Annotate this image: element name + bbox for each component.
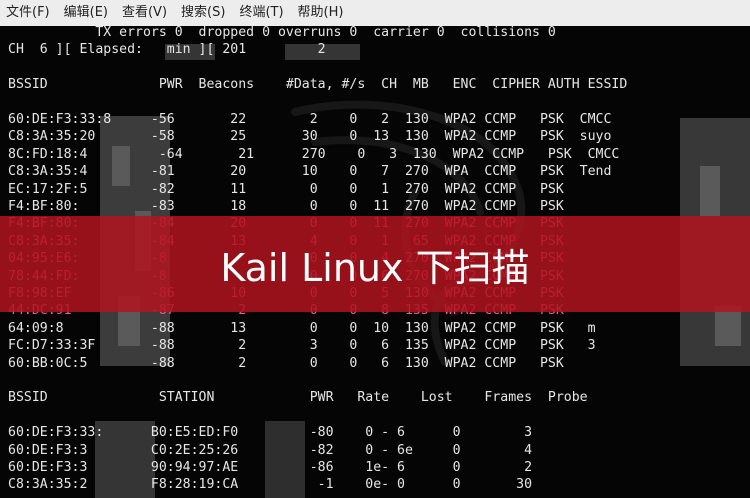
terminal-line: F4:BF:80: -83 18 0 0 11 270 WPA2 CCMP PS… [8,199,564,214]
terminal-line: EC:17:2F:5 -82 11 0 0 1 270 WPA2 CCMP PS… [8,181,564,197]
terminal-line: C8:3A:35:2 F8:28:19:CA -1 0e- 0 0 30 [8,477,533,493]
terminal-line: 64:09:8 -88 13 0 0 10 130 WPA2 CCMP PSK … [8,320,596,336]
menu-item[interactable]: 查看(V) [115,0,174,26]
banner-title: Kail Linux 下扫描 [220,245,530,290]
terminal-line: 60:DE:F3:3 90:94:97:AE -86 1e- 6 0 2 [8,460,533,475]
menu-item[interactable]: 编辑(E) [57,0,115,26]
terminal-line: 60:DE:F3:3 C0:2E:25:26 -82 0 - 6e 0 4 [8,442,533,458]
title-banner: Kail Linux 下扫描 [0,216,750,312]
terminal-line: C8:3A:35:4 -81 20 10 0 7 270 WPA CCMP PS… [8,164,612,180]
terminal-output[interactable]: TX errors 0 dropped 0 overruns 0 carrier… [0,26,750,498]
terminal-line: CH 6 ][ Elapsed: min ][ 201 2 [8,42,326,58]
menu-item[interactable]: 终端(T) [232,0,290,26]
menu-item[interactable]: 搜索(S) [174,0,232,26]
terminal-line: 60:DE:F3:33: B0:E5:ED:F0 -80 0 - 6 0 3 [8,425,533,441]
menu-item[interactable]: 文件(F) [0,0,57,26]
terminal-line: 60:BB:0C:5 -88 2 0 0 6 130 WPA2 CCMP PSK [8,355,564,371]
terminal-line: TX errors 0 dropped 0 overruns 0 carrier… [8,26,556,40]
redacted-pixel [715,306,741,346]
menu-bar: 文件(F) 编辑(E) 查看(V) 搜索(S) 终端(T) 帮助(H) [0,0,750,27]
terminal-line: FC:D7:33:3F -88 2 3 0 6 135 WPA2 CCMP PS… [8,338,596,354]
menu-item[interactable]: 帮助(H) [291,0,351,26]
terminal-line: C8:3A:35:20 -58 25 30 0 13 130 WPA2 CCMP… [8,129,612,145]
terminal-line: 60:DE:F3:33:8 -56 22 2 0 2 130 WPA2 CCMP… [8,112,612,127]
redacted-pixel [700,166,720,216]
terminal-line: BSSID PWR Beacons #Data, #/s CH MB ENC C… [8,77,628,93]
terminal-line: 8C:FD:18:4 -64 21 270 0 3 130 WPA2 CCMP … [8,146,620,162]
terminal-line: BSSID STATION PWR Rate Lost Frames Probe [8,390,588,406]
